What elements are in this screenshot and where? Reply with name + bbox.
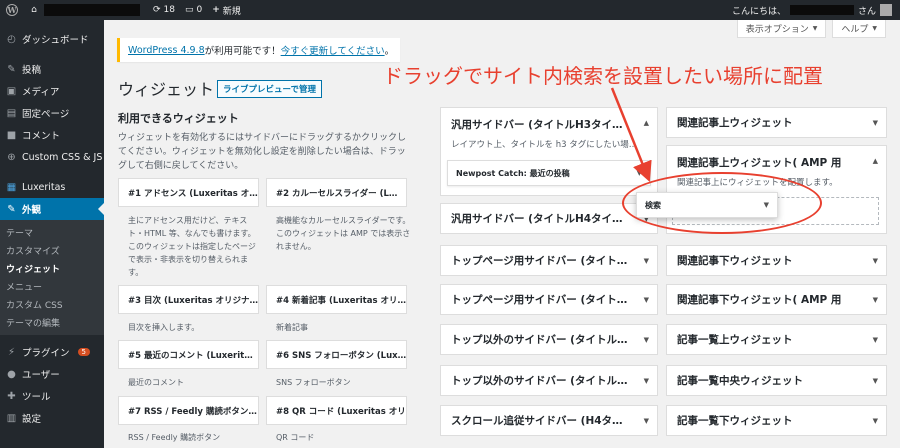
wp-admin-screen: W ⌂ ⟳ 18 ▭ 0 + 新規 こんにちは、 さん ◴ ダッシュボード ✎ 投稿…	[0, 0, 900, 448]
annotation-arrow	[610, 87, 652, 182]
